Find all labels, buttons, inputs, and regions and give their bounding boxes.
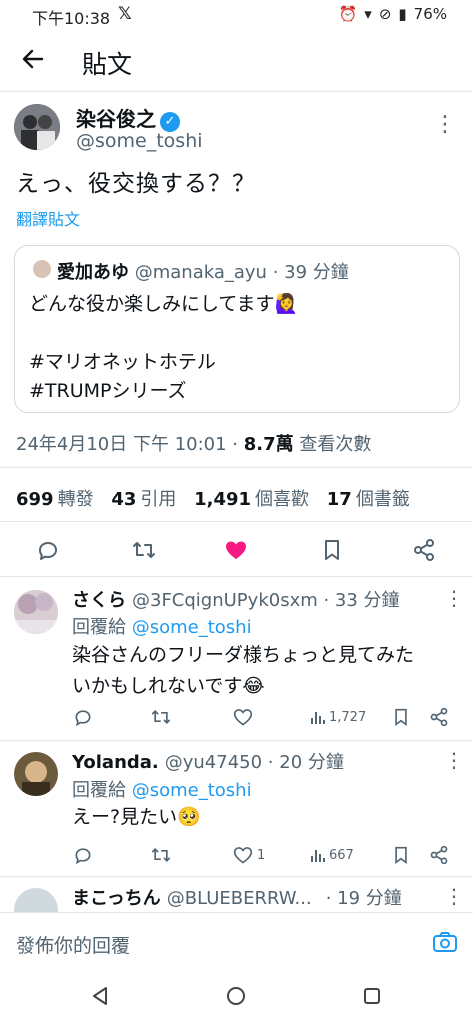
battery-icon: ▮ (398, 5, 407, 23)
quote-text: どんな役か楽しみにしてます🙋‍♀️ #マリオネットホテル #TRUMPシリーズ (29, 293, 299, 402)
reply-action-bar: 1 667 (0, 844, 473, 866)
views-count: 667 (329, 847, 354, 863)
retweet-icon[interactable] (150, 844, 172, 866)
x-logo-icon: 𝕏 (118, 4, 132, 24)
reply-action-bar: 1,727 (0, 706, 473, 728)
more-options-icon[interactable]: ⋮ (434, 112, 456, 137)
wifi-icon: ▾ (364, 5, 372, 23)
more-options-icon[interactable]: ⋮ (444, 884, 464, 908)
stat-retweets[interactable]: 699 轉發 (16, 489, 94, 510)
top-bar: 貼文 (0, 30, 473, 92)
quoted-tweet[interactable]: 愛加あゆ @manaka_ayu · 39 分鐘 どんな役か楽しみにしてます🙋‍… (14, 245, 460, 413)
stat-likes[interactable]: 1,491 個喜歡 (194, 489, 309, 510)
back-arrow-icon[interactable] (18, 44, 48, 74)
reply-icon[interactable] (72, 706, 94, 728)
reply-header: さくら @3FCqignUPyk0sxm · 33 分鐘 (72, 586, 400, 612)
reply-icon[interactable] (34, 536, 62, 564)
stat-bookmarks[interactable]: 17 個書籤 (327, 489, 410, 510)
tweet-meta: 24年4月10日 下午 10:01 · 8.7萬 查看次數 (16, 430, 371, 456)
views-count: 1,727 (329, 709, 367, 725)
reply-header: Yolanda. @yu47450 · 20 分鐘 (72, 748, 344, 774)
more-options-icon[interactable]: ⋮ (444, 586, 464, 610)
views-label[interactable]: 查看次數 (299, 434, 371, 455)
quote-author-handle: @manaka_ayu · 39 分鐘 (134, 262, 349, 283)
reply-author-name[interactable]: まこっちん (72, 888, 161, 909)
translate-link[interactable]: 翻譯貼文 (16, 206, 80, 230)
reply-author-handle: @yu47450 · 20 分鐘 (164, 752, 344, 773)
status-time: 下午10:38 (32, 9, 111, 28)
quote-author-avatar (33, 260, 51, 278)
tweet-text: えっ、役交換する？？ (16, 171, 256, 197)
retweet-icon[interactable] (130, 536, 158, 564)
alarm-icon: ⏰ (338, 5, 358, 23)
nav-home-icon[interactable] (224, 984, 248, 1008)
more-options-icon[interactable]: ⋮ (444, 748, 464, 772)
reply-text: えー?見たい🥺 (72, 806, 201, 828)
author-avatar[interactable] (14, 104, 60, 150)
like-stat[interactable]: 1 (232, 844, 265, 866)
status-bar: 下午10:38 𝕏 ⏰ ▾ ⊘ ▮ 76% (0, 0, 473, 30)
retweet-icon[interactable] (150, 706, 172, 728)
reply-to-line: 回覆給 @some_toshi (72, 780, 252, 801)
like-icon-active[interactable] (222, 536, 250, 564)
share-icon[interactable] (428, 844, 450, 866)
reply-avatar[interactable] (14, 752, 58, 796)
tweet-timestamp: 24年4月10日 下午 10:01 · (16, 434, 239, 455)
author-name[interactable]: 染谷俊之 (76, 107, 156, 131)
reply-author-name[interactable]: さくら (72, 590, 126, 611)
reply-author-name[interactable]: Yolanda. (72, 752, 159, 773)
quote-author-name: 愛加あゆ (57, 262, 129, 283)
reply-item[interactable]: まこっちん @BLUEBERRW... · 19 分鐘 ⋮ (0, 876, 473, 912)
system-nav-bar (0, 970, 473, 1024)
no-sim-icon: ⊘ (378, 5, 392, 23)
page-title: 貼文 (82, 50, 133, 79)
nav-back-icon[interactable] (88, 984, 112, 1008)
reply-author-handle: @BLUEBERRW... (166, 888, 312, 909)
status-icons: ⏰ ▾ ⊘ ▮ 76% (339, 5, 447, 23)
reply-avatar[interactable] (14, 888, 58, 912)
nav-recents-icon[interactable] (360, 984, 384, 1008)
reply-to-mention[interactable]: @some_toshi (132, 617, 252, 638)
divider (0, 521, 473, 522)
reply-item[interactable]: さくら @3FCqignUPyk0sxm · 33 分鐘 ⋮ 回覆給 @some_… (0, 576, 473, 740)
reply-item[interactable]: Yolanda. @yu47450 · 20 分鐘 ⋮ 回覆給 @some_tos… (0, 740, 473, 876)
views-stat[interactable]: 1,727 (310, 706, 366, 728)
reply-text: 染谷さんのフリーダ様ちょっと見てみた いかもしれないです😂 (72, 644, 415, 697)
author-handle[interactable]: @some_toshi (76, 130, 203, 152)
reply-time: · 19 分鐘 (325, 888, 402, 909)
bookmark-icon[interactable] (390, 706, 412, 728)
tweet-action-bar (0, 530, 473, 570)
stat-quotes[interactable]: 43 引用 (111, 489, 176, 510)
quote-author-row: 愛加あゆ @manaka_ayu · 39 分鐘 (57, 258, 349, 284)
reply-composer[interactable]: 發佈你的回覆 (0, 912, 473, 970)
like-icon[interactable] (232, 706, 254, 728)
views-stat[interactable]: 667 (310, 844, 354, 866)
author-name-row[interactable]: 染谷俊之 ✓ (76, 103, 180, 132)
verified-badge-icon: ✓ (160, 111, 180, 132)
reply-avatar[interactable] (14, 590, 58, 634)
like-count: 1 (257, 847, 266, 863)
reply-input-placeholder[interactable]: 發佈你的回覆 (16, 931, 130, 958)
reply-to-line: 回覆給 @some_toshi (72, 617, 252, 638)
reply-icon[interactable] (72, 844, 94, 866)
divider (0, 467, 473, 468)
reply-header: まこっちん @BLUEBERRW... · 19 分鐘 (72, 884, 402, 910)
share-icon[interactable] (428, 706, 450, 728)
share-icon[interactable] (410, 536, 438, 564)
reply-to-mention[interactable]: @some_toshi (132, 780, 252, 801)
bookmark-icon[interactable] (390, 844, 412, 866)
reply-author-handle: @3FCqignUPyk0sxm · 33 分鐘 (132, 590, 400, 611)
views-count: 8.7萬 (243, 434, 294, 455)
tweet-stats: 699 轉發 43 引用 1,491 個喜歡 17 個書籤 (16, 485, 422, 511)
camera-icon[interactable] (432, 929, 458, 955)
battery-percent: 76% (413, 5, 447, 23)
bookmark-icon[interactable] (318, 536, 346, 564)
